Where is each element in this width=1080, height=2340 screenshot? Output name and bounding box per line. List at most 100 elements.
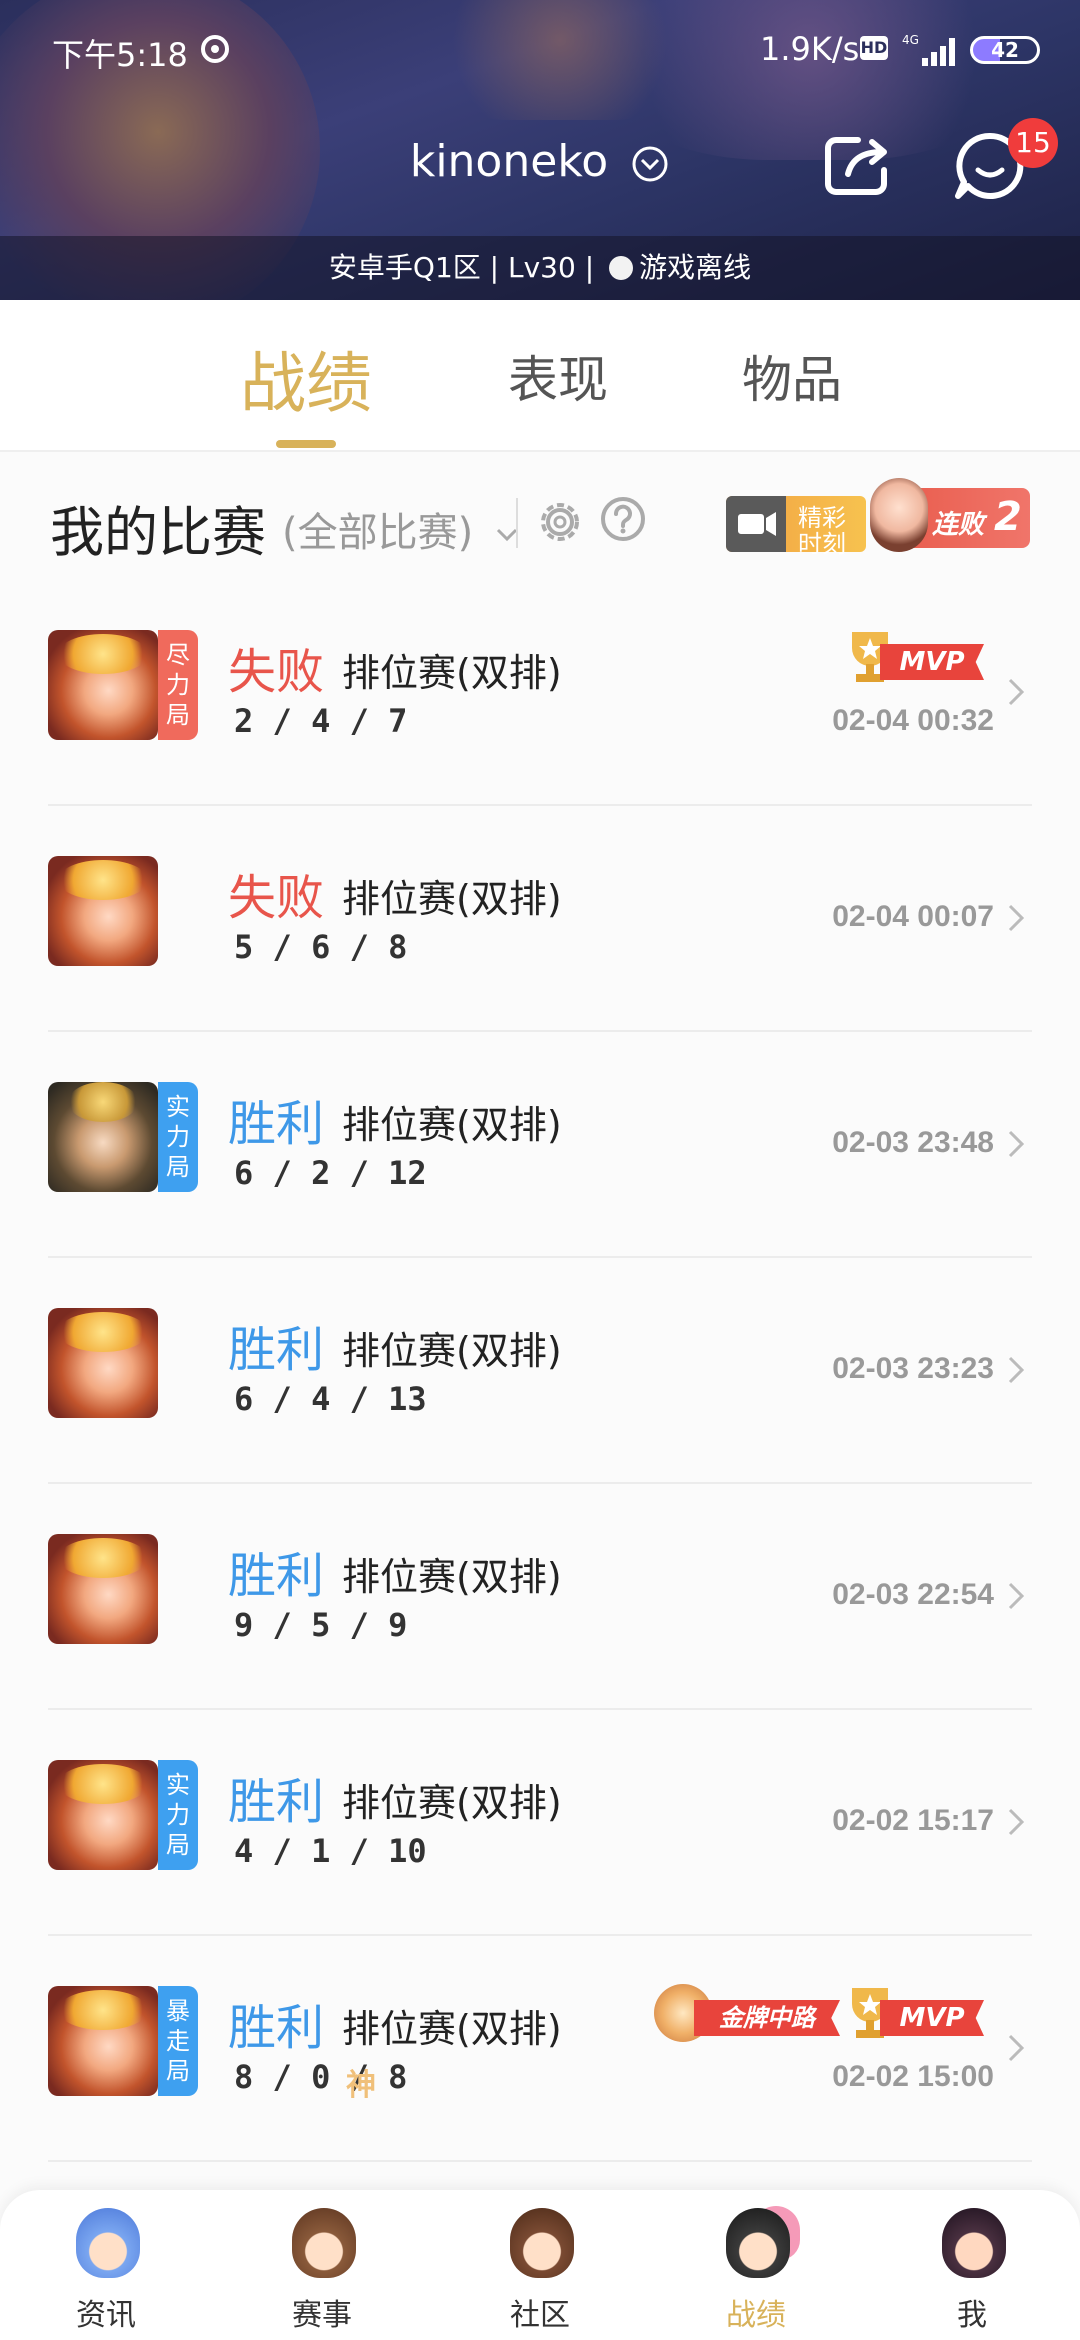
tab-records[interactable]: 战绩: [240, 330, 372, 426]
match-tag: 暴走局: [158, 1986, 198, 2096]
mvp-badge: MVP: [844, 1984, 984, 2042]
hd-icon: HD: [860, 36, 888, 60]
chevron-right-icon: [1008, 904, 1025, 932]
nav-label: 资讯: [76, 2298, 136, 2333]
match-kda: 6 / 2 / 12: [234, 1154, 427, 1192]
server-level: 安卓手Q1区 | Lv30 |: [328, 251, 595, 284]
mvp-label: MVP: [880, 2000, 984, 2036]
match-tag: 实力局: [158, 1760, 198, 1870]
match-mode: 排位赛(双排): [342, 1781, 562, 1825]
mvp-badge: MVP: [844, 628, 984, 686]
online-status: 游戏离线: [639, 251, 752, 284]
tab-performance[interactable]: 表现: [508, 340, 608, 412]
match-result: 胜利: [228, 1096, 325, 1152]
records-avatar-icon: [726, 2208, 790, 2278]
match-time: 02-02 15:17: [832, 1804, 994, 1837]
hero-avatar: [48, 1308, 158, 1418]
nav-label: 赛事: [292, 2298, 352, 2333]
community-avatar-icon: [510, 2208, 574, 2278]
notification-icon: [201, 35, 229, 63]
gear-icon[interactable]: [534, 496, 586, 548]
match-time: 02-03 23:48: [832, 1126, 994, 1159]
hero-avatar: [48, 1534, 158, 1644]
match-result: 胜利: [228, 1774, 325, 1830]
chevron-right-icon: [1008, 2034, 1025, 2062]
mvp-label: MVP: [880, 644, 984, 680]
match-kda: 2 / 4 / 7: [234, 702, 408, 740]
account-switcher[interactable]: kinoneko: [0, 136, 1080, 187]
match-row[interactable]: 失败 排位赛(双排) 5 / 6 / 8 02-04 00:07: [0, 806, 1080, 1032]
gold-medal-label: 金牌中路: [694, 2000, 840, 2036]
profile-info-bar: 安卓手Q1区 | Lv30 | 游戏离线: [0, 236, 1080, 300]
match-row[interactable]: 胜利 排位赛(双排) 6 / 4 / 13 02-03 23:23: [0, 1258, 1080, 1484]
match-list: 尽力局 失败 排位赛(双排) 2 / 4 / 7 MVP 02-04 00:32…: [0, 580, 1080, 2162]
match-kda: 5 / 6 / 8: [234, 928, 408, 966]
nav-me[interactable]: 我: [902, 2208, 1042, 2338]
match-row[interactable]: 实力局 胜利 排位赛(双排) 4 / 1 / 10 02-02 15:17: [0, 1710, 1080, 1936]
battery-indicator: 42: [970, 36, 1040, 64]
match-row[interactable]: 暴走局 胜利 排位赛(双排) 8 / 0 / 8 神 金牌中路 MVP 02-0…: [0, 1936, 1080, 2162]
streak-label: 连败: [932, 510, 985, 540]
share-icon[interactable]: [818, 126, 898, 206]
match-result: 胜利: [228, 2000, 325, 2056]
status-dot-icon: [609, 256, 634, 280]
divider: [516, 498, 518, 548]
chevron-right-icon: [1008, 1582, 1025, 1610]
status-bar: 下午5:18 1.9K/s HD 4G 42: [0, 22, 1080, 82]
me-avatar-icon: [942, 2208, 1006, 2278]
chevron-right-icon: [1008, 1356, 1025, 1384]
chevron-down-icon: [632, 146, 668, 182]
chevron-right-icon: [1008, 1130, 1025, 1158]
active-tab-indicator: [276, 440, 336, 448]
help-icon[interactable]: [600, 496, 646, 542]
match-tag: 尽力局: [158, 630, 198, 740]
losing-streak-badge[interactable]: 连败 2: [870, 478, 1030, 552]
nav-news[interactable]: 资讯: [36, 2208, 176, 2338]
divider: [48, 2160, 1032, 2162]
match-result: 胜利: [228, 1548, 325, 1604]
hero-avatar: [48, 1986, 158, 2096]
main-tabs: 战绩 表现 物品: [0, 300, 1080, 452]
section-title: 我的比赛: [50, 501, 266, 564]
match-time: 02-03 22:54: [832, 1578, 994, 1611]
svg-text:4G: 4G: [902, 33, 919, 47]
highlight-label-2: 时刻: [798, 530, 846, 558]
match-time: 02-04 00:32: [832, 704, 994, 737]
nav-label: 社区: [510, 2298, 570, 2333]
match-kda: 6 / 4 / 13: [234, 1380, 427, 1418]
match-mode: 排位赛(双排): [342, 877, 562, 921]
match-kda: 8 / 0 / 8: [234, 2058, 408, 2096]
match-mode: 排位赛(双排): [342, 2007, 562, 2051]
tab-items[interactable]: 物品: [742, 340, 842, 412]
chevron-right-icon: [1008, 1808, 1025, 1836]
match-row[interactable]: 实力局 胜利 排位赛(双排) 6 / 2 / 12 02-03 23:48: [0, 1032, 1080, 1258]
nav-label: 我: [957, 2298, 987, 2333]
bottom-nav: 资讯 赛事 社区 战绩 我: [0, 2190, 1080, 2340]
match-filter-dropdown[interactable]: (全部比赛): [282, 500, 522, 558]
match-result: 失败: [228, 644, 325, 700]
hero-avatar: [48, 1760, 158, 1870]
streak-count: 2: [994, 494, 1022, 540]
match-mode: 排位赛(双排): [342, 1103, 562, 1147]
match-mode: 排位赛(双排): [342, 1555, 562, 1599]
match-result: 失败: [228, 870, 325, 926]
news-avatar-icon: [76, 2208, 140, 2278]
highlight-moments-button[interactable]: 精彩 时刻: [726, 496, 866, 558]
nav-records[interactable]: 战绩: [686, 2208, 826, 2338]
legendary-mark: 神: [346, 2068, 376, 2103]
nav-community[interactable]: 社区: [470, 2208, 610, 2338]
nav-events[interactable]: 赛事: [252, 2208, 392, 2338]
nav-label: 战绩: [726, 2298, 786, 2333]
match-time: 02-04 00:07: [832, 900, 994, 933]
match-mode: 排位赛(双排): [342, 1329, 562, 1373]
username: kinoneko: [409, 136, 609, 187]
character-avatar: [870, 478, 928, 552]
match-kda: 9 / 5 / 9: [234, 1606, 408, 1644]
message-badge: 15: [1008, 118, 1058, 168]
match-row[interactable]: 胜利 排位赛(双排) 9 / 5 / 9 02-03 22:54: [0, 1484, 1080, 1710]
profile-header: 下午5:18 1.9K/s HD 4G 42 kinoneko 15 安卓手Q1…: [0, 0, 1080, 300]
status-time: 下午5:18: [52, 36, 188, 74]
match-row[interactable]: 尽力局 失败 排位赛(双排) 2 / 4 / 7 MVP 02-04 00:32: [0, 580, 1080, 806]
match-time: 02-02 15:00: [832, 2060, 994, 2093]
video-camera-icon: [726, 496, 786, 552]
